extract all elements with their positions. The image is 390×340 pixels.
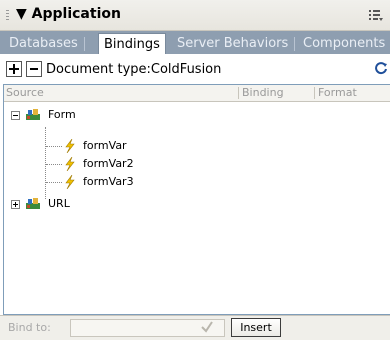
tree-label: formVar2	[83, 157, 134, 170]
tree-row-formvar3[interactable]: formVar3	[4, 173, 384, 191]
checkmark-icon[interactable]	[199, 319, 215, 335]
collapse-arrow-icon[interactable]: ▼	[16, 6, 27, 22]
insert-button[interactable]: Insert	[231, 318, 281, 337]
lightning-icon	[65, 175, 75, 189]
lightning-icon	[65, 139, 75, 153]
tab-bindings[interactable]: Bindings	[98, 33, 166, 54]
tree-label: Form	[48, 108, 76, 121]
plus-icon	[9, 64, 19, 74]
document-type-label: Document type:ColdFusion	[46, 62, 222, 77]
tab-server-behaviors[interactable]: Server Behaviors	[174, 34, 296, 54]
tree-label: formVar	[83, 139, 127, 152]
tab-databases[interactable]: Databases	[6, 34, 85, 54]
add-binding-button[interactable]	[6, 61, 22, 77]
application-panel: ▼ Application Databases Bindings Server …	[0, 0, 390, 340]
tree-label: formVar3	[83, 175, 134, 188]
tree-row-formvar2[interactable]: formVar2	[4, 155, 384, 173]
lightning-icon	[65, 157, 75, 171]
panel-options-menu-icon[interactable]	[368, 9, 384, 23]
expand-toggle-icon[interactable]	[11, 200, 20, 209]
tree-label: URL	[48, 197, 70, 210]
panel-title-label: Application	[31, 6, 121, 22]
bindings-toolbar: Document type:ColdFusion	[0, 54, 390, 84]
panel-title[interactable]: ▼ Application	[16, 6, 121, 22]
column-divider[interactable]	[238, 87, 239, 99]
column-header-source[interactable]: Source	[6, 86, 44, 100]
tab-bar: Databases Bindings Server Behaviors Comp…	[0, 31, 390, 55]
table-header: Source Binding Format	[4, 85, 390, 102]
url-icon	[26, 198, 40, 209]
panel-title-bar[interactable]: ▼ Application	[0, 0, 390, 31]
tree-row-url[interactable]: URL	[4, 195, 384, 213]
tree-row-formvar[interactable]: formVar	[4, 137, 384, 155]
refresh-icon[interactable]	[374, 61, 388, 75]
panel-grip-icon[interactable]	[6, 10, 9, 20]
minus-icon	[30, 68, 38, 70]
tree-row-form[interactable]: Form	[4, 106, 384, 124]
column-header-binding[interactable]: Binding	[242, 86, 284, 100]
collapse-toggle-icon[interactable]	[11, 111, 20, 120]
remove-binding-button[interactable]	[26, 61, 42, 77]
tab-components[interactable]: Components	[300, 34, 388, 54]
bindings-table: Source Binding Format Form formVar formV…	[3, 84, 390, 315]
bind-to-label: Bind to:	[8, 321, 51, 334]
column-divider[interactable]	[314, 87, 315, 99]
column-header-format[interactable]: Format	[318, 86, 357, 100]
bind-bar: Bind to: Insert	[0, 315, 390, 340]
form-icon	[26, 109, 40, 120]
